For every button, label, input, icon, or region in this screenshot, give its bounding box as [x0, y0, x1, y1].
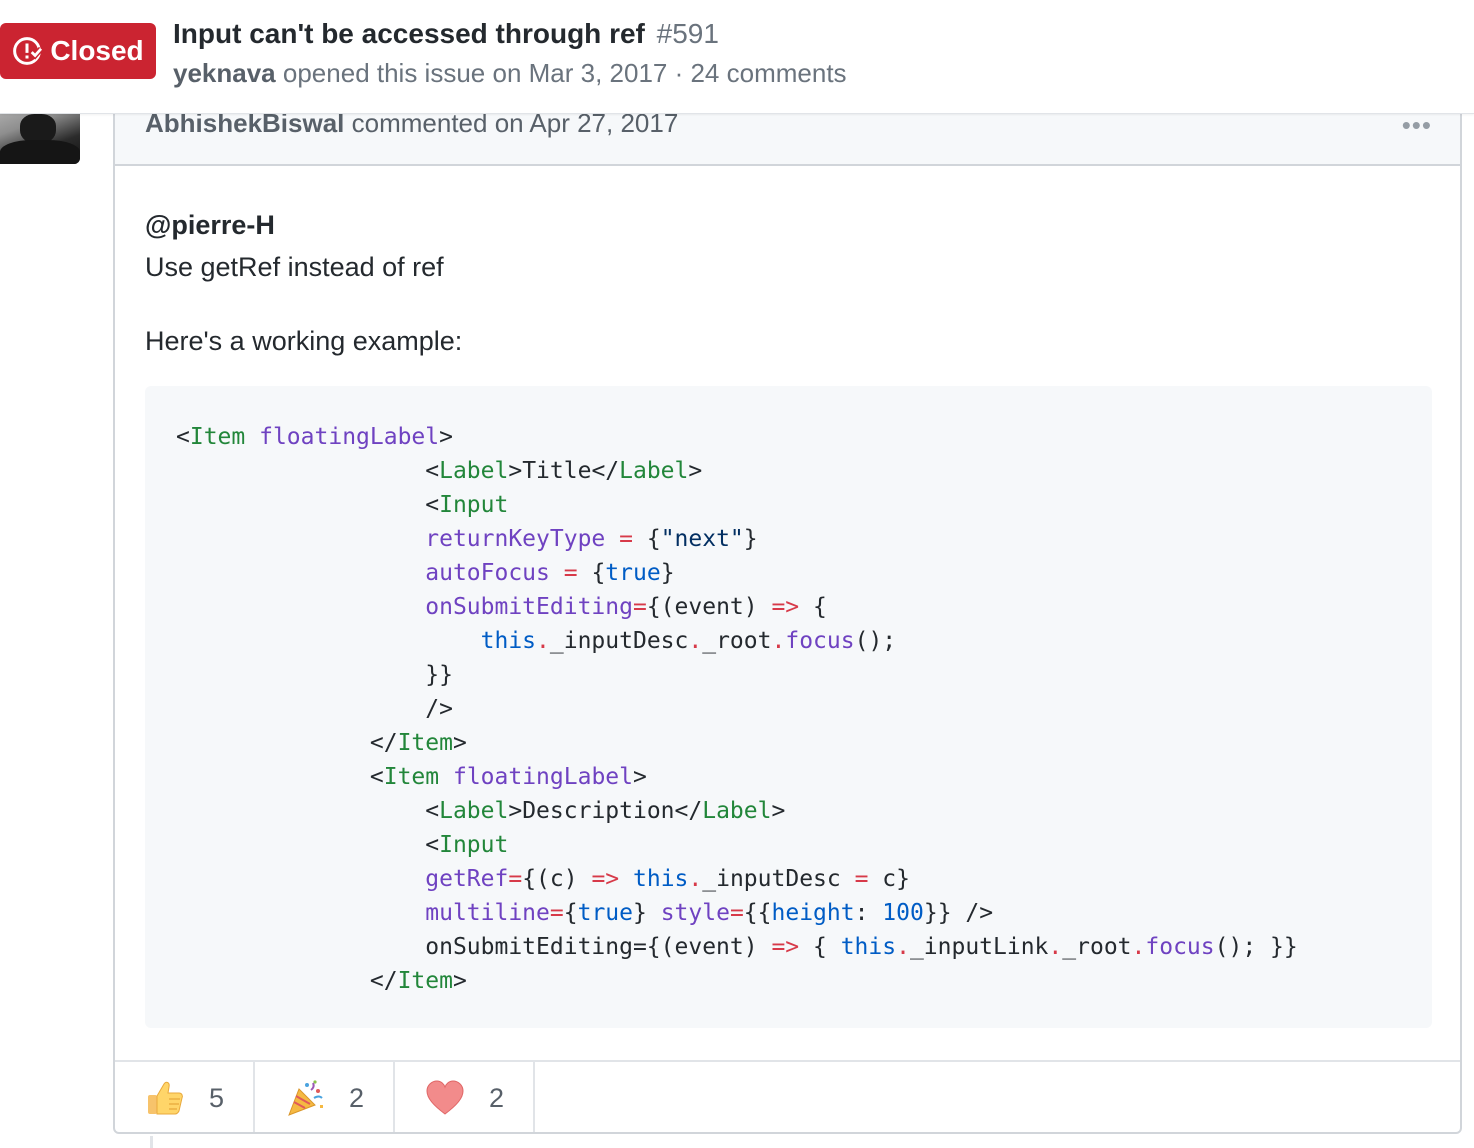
kebab-horizontal-icon[interactable]: ••• — [1402, 110, 1432, 141]
comment-box: AbhishekBiswal commented on Apr 27, 2017… — [113, 80, 1462, 1134]
code-block: <Item floatingLabel> <Label>Title</Label… — [145, 386, 1432, 1028]
heart-icon — [426, 1080, 464, 1115]
issue-title: Input can't be accessed through ref #591 — [173, 18, 719, 50]
issue-title-text: Input can't be accessed through ref — [173, 18, 645, 49]
issue-meta: yeknava opened this issue on Mar 3, 2017… — [173, 58, 847, 89]
comment-line-1: Use getRef instead of ref — [145, 252, 444, 282]
user-mention-link[interactable]: @pierre-H — [145, 210, 275, 240]
thumbs-up-icon — [148, 1081, 183, 1115]
reaction-count: 5 — [209, 1082, 225, 1113]
issue-opened-text: opened this issue on Mar 3, 2017 · 24 co… — [282, 58, 847, 88]
reaction-thumbs-up[interactable]: 5 — [115, 1062, 255, 1132]
issue-number: #591 — [656, 18, 719, 49]
issue-state-label: Closed — [50, 35, 144, 66]
reaction-heart[interactable]: 2 — [395, 1062, 535, 1132]
issue-sticky-header: Closed Input can't be accessed through r… — [0, 0, 1474, 114]
issue-state-badge: Closed — [0, 23, 156, 79]
timeline-line — [150, 1136, 153, 1148]
comment-line-2: Here's a working example: — [145, 326, 463, 356]
comment-body: @pierre-H Use getRef instead of ref Here… — [145, 204, 1432, 362]
issue-closed-icon — [13, 37, 43, 65]
reaction-tada[interactable]: 2 — [255, 1062, 395, 1132]
reactions-bar: 5 2 2 — [115, 1060, 1460, 1132]
issue-author-link[interactable]: yeknava — [173, 58, 276, 88]
reaction-count: 2 — [349, 1082, 365, 1113]
reaction-count: 2 — [489, 1082, 505, 1113]
tada-icon — [288, 1080, 323, 1116]
